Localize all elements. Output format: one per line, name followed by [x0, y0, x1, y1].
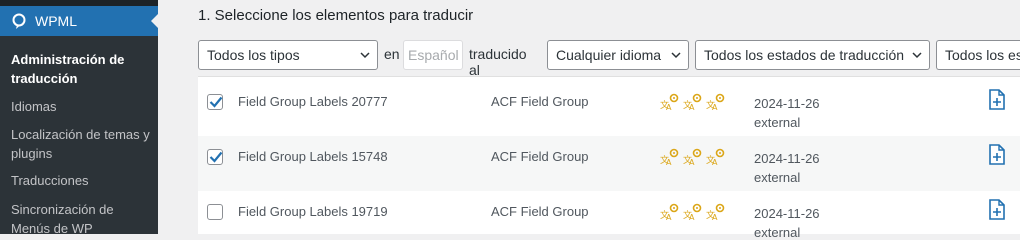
svg-text:A: A: [666, 158, 672, 167]
translation-status-icons: 文A文A文A: [660, 203, 725, 222]
row-title: Field Group Labels 15748: [238, 149, 388, 164]
admin-sidebar: WPML Administración de traducción Idioma…: [0, 0, 159, 236]
main-content: 1. Seleccione los elementos para traduci…: [158, 0, 1020, 240]
items-table: Field Group Labels 20777 ACF Field Group…: [198, 76, 1020, 240]
svg-text:A: A: [689, 213, 695, 222]
svg-text:A: A: [712, 103, 718, 112]
sidebar-item-translations[interactable]: Traducciones: [11, 171, 151, 190]
svg-text:A: A: [712, 213, 718, 222]
in-label: en: [384, 46, 400, 62]
row-title: Field Group Labels 20777: [238, 94, 388, 109]
row-date: 2024-11-26: [754, 151, 820, 166]
sidebar-submenu: Administración de traducción Idiomas Loc…: [0, 36, 158, 236]
type-select-value: Todos los tipos: [207, 47, 300, 63]
table-row: Field Group Labels 20777 ACF Field Group…: [198, 81, 1020, 136]
sidebar-app-name: WPML: [35, 13, 77, 29]
translation-needed-icon[interactable]: 文A: [706, 93, 725, 112]
translation-status-icons: 文A文A文A: [660, 148, 725, 167]
row-type: ACF Field Group: [491, 204, 589, 219]
translation-needed-icon[interactable]: 文A: [660, 203, 679, 222]
row-date: 2024-11-26: [754, 96, 820, 111]
row-source: external: [754, 115, 801, 130]
sidebar-item-languages[interactable]: Idiomas: [11, 97, 151, 116]
translation-status-icons: 文A文A文A: [660, 93, 725, 112]
chevron-down-icon: [912, 52, 922, 59]
translation-needed-icon[interactable]: 文A: [683, 203, 702, 222]
row-checkbox[interactable]: [207, 204, 223, 220]
row-type: ACF Field Group: [491, 149, 589, 164]
target-language-value: Cualquier idioma: [556, 47, 662, 63]
sidebar-item-menu-sync[interactable]: Sincronización de Menús de WP: [11, 200, 151, 238]
svg-text:A: A: [666, 213, 672, 222]
svg-text:A: A: [666, 103, 672, 112]
svg-text:A: A: [712, 158, 718, 167]
chevron-down-icon: [360, 52, 370, 59]
row-date: 2024-11-26: [754, 206, 820, 221]
row-date-block: 2024-11-26 external: [754, 204, 820, 240]
wpml-logo-icon: [11, 13, 27, 29]
chevron-down-icon: [671, 52, 681, 59]
translation-needed-icon[interactable]: 文A: [706, 148, 725, 167]
row-checkbox[interactable]: [207, 149, 223, 165]
document-plus-icon[interactable]: [988, 199, 1006, 221]
sidebar-item-theme-plugin-localization[interactable]: Localización de temas y plugins: [11, 125, 151, 163]
document-plus-icon[interactable]: [988, 144, 1006, 166]
checkmark-icon: [209, 96, 223, 108]
row-type: ACF Field Group: [491, 94, 589, 109]
type-select[interactable]: Todos los tipos: [198, 40, 378, 70]
sidebar-item-wpml[interactable]: WPML: [0, 6, 159, 36]
row-checkbox[interactable]: [207, 94, 223, 110]
checkmark-icon: [209, 151, 223, 163]
page-title: 1. Seleccione los elementos para traduci…: [198, 7, 474, 24]
extra-filter-select[interactable]: Todos los es: [936, 40, 1020, 70]
document-plus-icon[interactable]: [988, 89, 1006, 111]
table-row: Field Group Labels 15748 ACF Field Group…: [198, 136, 1020, 191]
row-source: external: [754, 170, 801, 185]
svg-text:A: A: [689, 158, 695, 167]
target-language-select[interactable]: Cualquier idioma: [547, 40, 689, 70]
row-date-block: 2024-11-26 external: [754, 94, 820, 132]
translation-needed-icon[interactable]: 文A: [706, 203, 725, 222]
translation-needed-icon[interactable]: 文A: [660, 93, 679, 112]
table-row: Field Group Labels 19719 ACF Field Group…: [198, 191, 1020, 240]
translation-needed-icon[interactable]: 文A: [660, 148, 679, 167]
svg-text:A: A: [689, 103, 695, 112]
row-source: external: [754, 225, 801, 240]
translation-status-value: Todos los estados de traducción: [704, 47, 905, 63]
extra-filter-value: Todos los es: [945, 47, 1020, 63]
translation-status-select[interactable]: Todos los estados de traducción: [695, 40, 930, 70]
translated-to-label: traducido al: [469, 46, 527, 78]
translation-needed-icon[interactable]: 文A: [683, 148, 702, 167]
row-title: Field Group Labels 19719: [238, 204, 388, 219]
translation-needed-icon[interactable]: 文A: [683, 93, 702, 112]
row-date-block: 2024-11-26 external: [754, 149, 820, 187]
source-language-field: Español: [403, 40, 463, 70]
sidebar-item-translation-management[interactable]: Administración de traducción: [11, 50, 151, 88]
